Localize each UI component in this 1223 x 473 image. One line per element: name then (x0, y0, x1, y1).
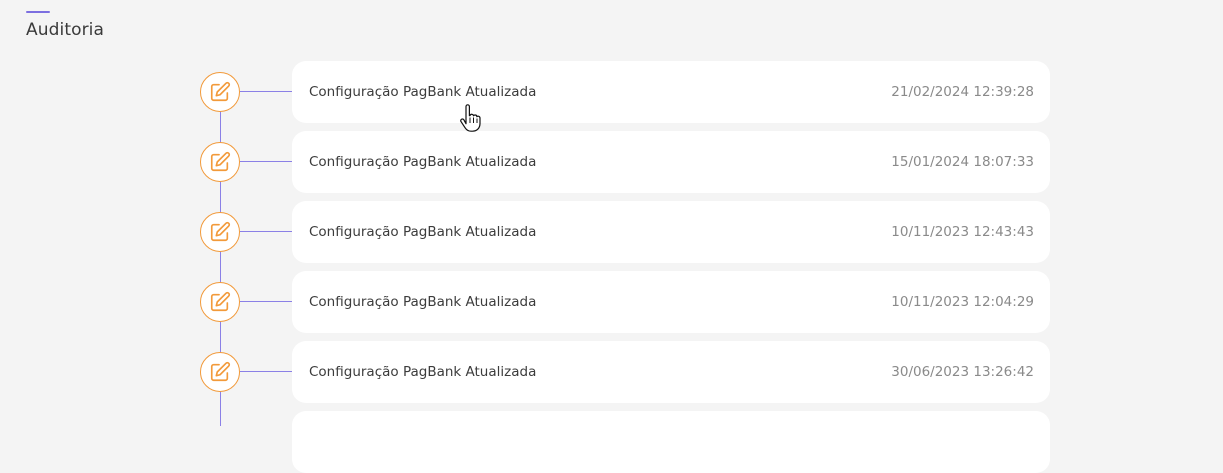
audit-card[interactable]: Configuração PagBank Atualizada 15/01/20… (292, 131, 1050, 193)
audit-card[interactable]: Configuração PagBank Atualizada 21/02/20… (292, 61, 1050, 123)
timeline-entry: Configuração PagBank Atualizada 10/11/20… (0, 271, 1223, 333)
timeline-entry: Configuração PagBank Atualizada 21/02/20… (0, 61, 1223, 123)
timeline-entry: Configuração PagBank Atualizada 10/11/20… (0, 201, 1223, 263)
edit-icon (200, 72, 240, 112)
audit-card-title: Configuração PagBank Atualizada (309, 154, 537, 170)
timeline-entry (0, 411, 1223, 473)
audit-timeline: Configuração PagBank Atualizada 21/02/20… (0, 0, 1223, 473)
audit-card[interactable]: Configuração PagBank Atualizada 10/11/20… (292, 201, 1050, 263)
hand-pointer-icon (460, 104, 481, 132)
audit-card[interactable]: Configuração PagBank Atualizada 10/11/20… (292, 271, 1050, 333)
edit-icon (200, 212, 240, 252)
timeline-entry: Configuração PagBank Atualizada 15/01/20… (0, 131, 1223, 193)
audit-card-date: 10/11/2023 12:04:29 (891, 294, 1034, 310)
timeline-connector (240, 371, 292, 372)
audit-card[interactable]: Configuração PagBank Atualizada 30/06/20… (292, 341, 1050, 403)
edit-icon (200, 352, 240, 392)
audit-card[interactable] (292, 411, 1050, 473)
audit-card-date: 10/11/2023 12:43:43 (891, 224, 1034, 240)
edit-icon (200, 282, 240, 322)
audit-card-title: Configuração PagBank Atualizada (309, 294, 537, 310)
timeline-connector (240, 161, 292, 162)
audit-card-title: Configuração PagBank Atualizada (309, 84, 537, 100)
audit-card-date: 21/02/2024 12:39:28 (891, 84, 1034, 100)
audit-card-date: 15/01/2024 18:07:33 (891, 154, 1034, 170)
audit-card-title: Configuração PagBank Atualizada (309, 224, 537, 240)
timeline-connector (240, 91, 292, 92)
edit-icon (200, 142, 240, 182)
audit-card-date: 30/06/2023 13:26:42 (891, 364, 1034, 380)
timeline-connector (240, 301, 292, 302)
timeline-entry: Configuração PagBank Atualizada 30/06/20… (0, 341, 1223, 403)
audit-card-title: Configuração PagBank Atualizada (309, 364, 537, 380)
timeline-connector (240, 231, 292, 232)
